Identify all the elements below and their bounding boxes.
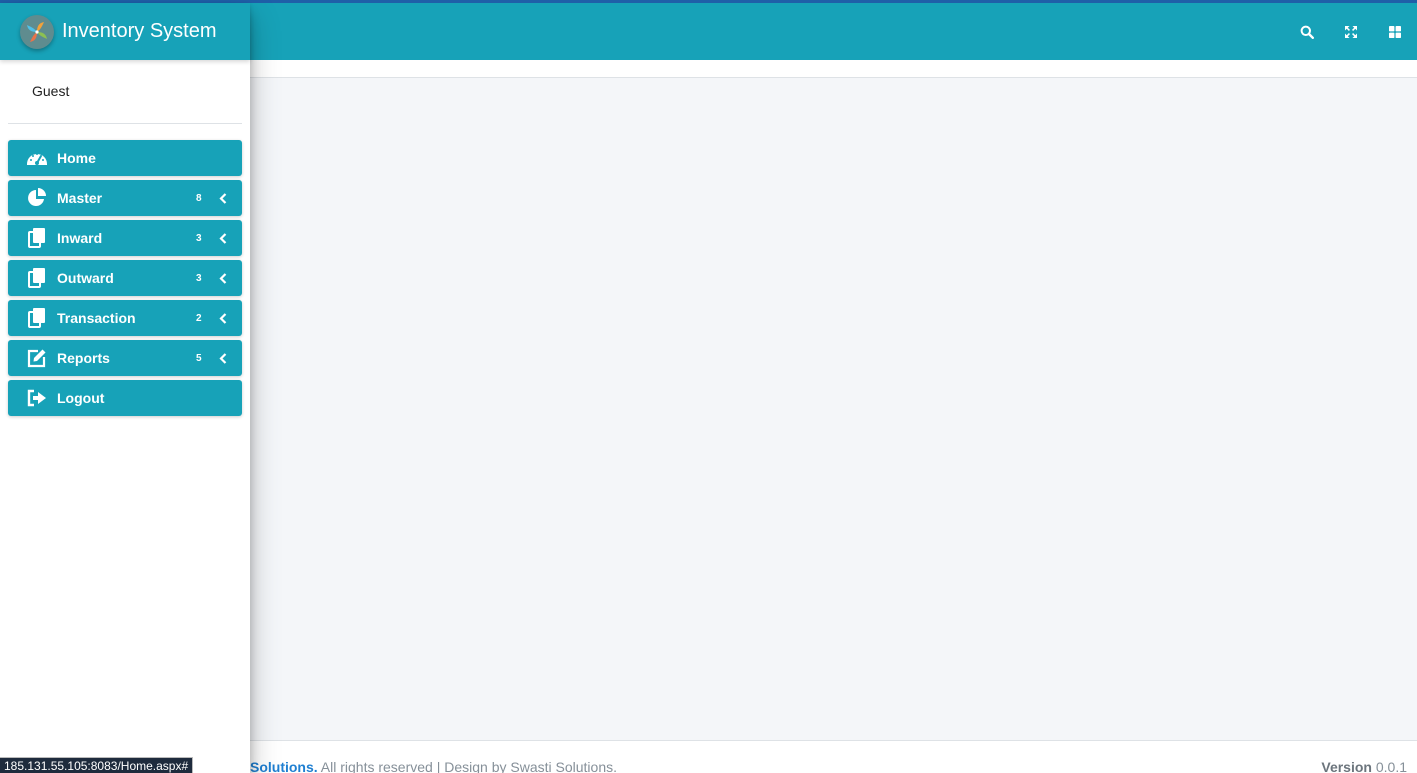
- edit-icon: [26, 347, 48, 369]
- sidebar-item-master[interactable]: Master 8: [8, 180, 242, 216]
- grid-icon[interactable]: [1373, 3, 1417, 60]
- user-name[interactable]: Guest: [32, 83, 69, 99]
- main-sidebar: Inventory System Guest Home Master 8 Inw…: [0, 3, 250, 773]
- main-content: [250, 78, 1417, 740]
- brand-title: Inventory System: [62, 20, 217, 42]
- copy-icon: [26, 307, 48, 329]
- dashboard-icon: [26, 147, 48, 169]
- chevron-left-icon: [218, 312, 228, 324]
- copy-icon: [26, 227, 48, 249]
- copy-icon: [26, 267, 48, 289]
- sidebar-item-reports[interactable]: Reports 5: [8, 340, 242, 376]
- sidebar-item-badge: 5: [196, 352, 202, 364]
- page-footer: Solutions. All rights reserved | Design …: [250, 740, 1417, 773]
- sidebar-item-badge: 8: [196, 192, 202, 204]
- footer-rights-text: All rights reserved | Design by Swasti S…: [317, 759, 617, 773]
- sidebar-item-logout[interactable]: Logout: [8, 380, 242, 416]
- chevron-left-icon: [218, 232, 228, 244]
- chevron-left-icon: [218, 272, 228, 284]
- sidebar-item-transaction[interactable]: Transaction 2: [8, 300, 242, 336]
- content-header: [250, 60, 1417, 78]
- pie-chart-icon: [26, 187, 48, 209]
- sidebar-item-label: Inward: [57, 230, 103, 246]
- browser-status-url: 185.131.55.105:8083/Home.aspx#: [0, 757, 194, 773]
- sidebar-item-home[interactable]: Home: [8, 140, 242, 176]
- sidebar-item-badge: 3: [196, 232, 202, 244]
- sidebar-item-inward[interactable]: Inward 3: [8, 220, 242, 256]
- version-label: Version: [1321, 759, 1372, 773]
- expand-icon[interactable]: [1329, 3, 1373, 60]
- sidebar-item-label: Home: [57, 150, 96, 166]
- footer-copyright: Solutions. All rights reserved | Design …: [250, 759, 617, 773]
- sidebar-item-outward[interactable]: Outward 3: [8, 260, 242, 296]
- sidebar-item-label: Logout: [57, 390, 105, 406]
- footer-version: Version 0.0.1: [1321, 759, 1407, 773]
- search-icon[interactable]: [1285, 3, 1329, 60]
- sign-out-icon: [26, 387, 48, 409]
- version-value: 0.0.1: [1371, 759, 1407, 773]
- user-panel: Guest: [8, 60, 242, 124]
- sidebar-item-label: Transaction: [57, 310, 136, 326]
- sidebar-nav: Home Master 8 Inward 3 Outward 3 Transac…: [0, 140, 250, 416]
- navbar-right-icons: [1285, 3, 1417, 60]
- chevron-left-icon: [218, 352, 228, 364]
- chevron-left-icon: [218, 192, 228, 204]
- sidebar-item-label: Outward: [57, 270, 114, 286]
- brand-logo: [20, 14, 54, 49]
- footer-brand-link[interactable]: Solutions.: [250, 759, 318, 773]
- sidebar-item-badge: 2: [196, 312, 202, 324]
- sidebar-item-badge: 3: [196, 272, 202, 284]
- sidebar-item-label: Reports: [57, 350, 110, 366]
- sidebar-item-label: Master: [57, 190, 103, 206]
- brand-link[interactable]: Inventory System: [0, 3, 250, 60]
